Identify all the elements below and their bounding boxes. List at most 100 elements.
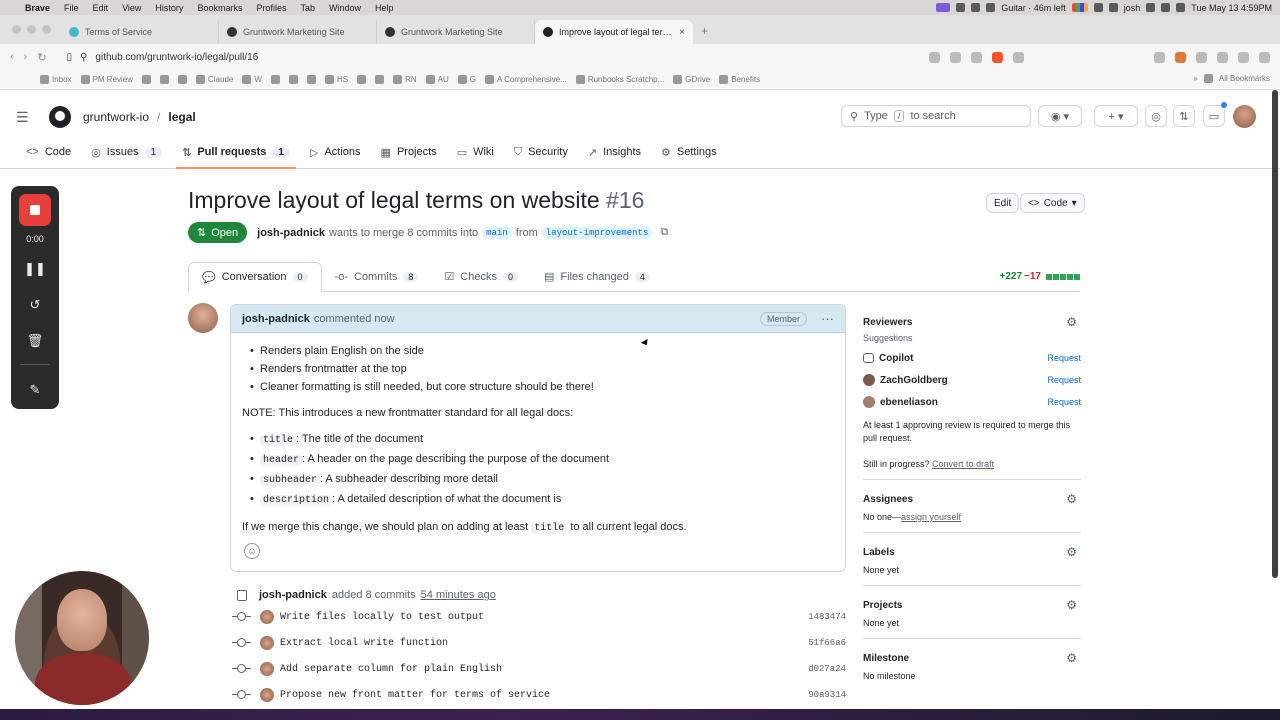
gear-icon[interactable]: ⚙ bbox=[1066, 492, 1077, 506]
bookmark-item[interactable]: AU bbox=[425, 75, 449, 84]
avatar[interactable] bbox=[260, 610, 274, 624]
menu-help[interactable]: Help bbox=[368, 3, 401, 13]
stop-recording-button[interactable] bbox=[19, 194, 51, 226]
commit-sha[interactable]: 1483474 bbox=[808, 612, 846, 622]
gear-icon[interactable]: ⚙ bbox=[1066, 315, 1077, 329]
delete-button[interactable]: 🗑 bbox=[27, 330, 44, 352]
menu-app-name[interactable]: Brave bbox=[18, 3, 57, 13]
close-window-button[interactable] bbox=[12, 25, 21, 34]
tab-pull-requests[interactable]: ⇅ Pull requests 1 bbox=[172, 140, 300, 169]
menu-edit[interactable]: Edit bbox=[86, 3, 116, 13]
tab-wiki[interactable]: ▭ Wiki bbox=[447, 140, 504, 164]
menu-window[interactable]: Window bbox=[322, 3, 368, 13]
status-icon[interactable] bbox=[986, 3, 996, 12]
tab-projects[interactable]: ▦ Projects bbox=[371, 140, 447, 164]
comment-author[interactable]: josh-padnick bbox=[242, 313, 310, 325]
bookmark-item[interactable] bbox=[178, 75, 188, 84]
menu-history[interactable]: History bbox=[148, 3, 190, 13]
tab-checks[interactable]: ☑ Checks 0 bbox=[431, 262, 531, 291]
tab-insights[interactable]: ↗ Insights bbox=[578, 140, 651, 164]
projects-title[interactable]: Projects bbox=[863, 596, 1081, 614]
bookmark-item[interactable] bbox=[306, 75, 316, 84]
create-new-button[interactable]: + ▾ bbox=[1094, 105, 1138, 127]
bookmark-item[interactable] bbox=[270, 75, 280, 84]
share-icon[interactable] bbox=[971, 51, 982, 63]
scrollbar-thumb[interactable] bbox=[1272, 90, 1278, 578]
scrollbar[interactable] bbox=[1270, 90, 1280, 580]
all-bookmarks[interactable]: » All Bookmarks bbox=[1187, 74, 1270, 83]
browser-tab[interactable]: Gruntwork Marketing Site bbox=[219, 20, 377, 44]
head-branch[interactable]: layout-improvements bbox=[541, 226, 653, 239]
bookmark-item[interactable]: GDrive bbox=[673, 75, 710, 84]
bookmark-item[interactable]: Benefits bbox=[719, 75, 760, 84]
commit-message[interactable]: Propose new front matter for terms of se… bbox=[280, 690, 550, 701]
commit-sha[interactable]: 51f66a6 bbox=[808, 638, 846, 648]
milestone-title[interactable]: Milestone bbox=[863, 649, 1081, 667]
bluetooth-icon[interactable] bbox=[1146, 3, 1156, 12]
menu-view[interactable]: View bbox=[115, 3, 148, 13]
bookmark-item[interactable]: PM Review bbox=[80, 75, 133, 84]
sidebar-toggle-icon[interactable] bbox=[1217, 51, 1228, 63]
bookmark-item[interactable] bbox=[375, 75, 385, 84]
commit-sha[interactable]: d027a24 bbox=[808, 664, 846, 674]
restart-button[interactable]: ↺ bbox=[30, 294, 41, 316]
draw-button[interactable]: ✎ bbox=[30, 379, 41, 401]
avatar[interactable] bbox=[1233, 105, 1256, 128]
bookmark-item[interactable] bbox=[357, 75, 367, 84]
reviewer-name[interactable]: ZachGoldberg bbox=[880, 375, 948, 386]
status-icon[interactable] bbox=[1093, 3, 1103, 12]
gear-icon[interactable]: ⚙ bbox=[1066, 598, 1077, 612]
bookmark-item[interactable] bbox=[288, 75, 298, 84]
avatar[interactable] bbox=[260, 662, 274, 676]
tab-commits[interactable]: -o- Commits 8 bbox=[322, 262, 432, 291]
brave-shields-icon[interactable] bbox=[992, 51, 1003, 63]
request-review-link[interactable]: Request bbox=[1047, 375, 1081, 385]
extension-icon[interactable] bbox=[1196, 51, 1207, 63]
commit-message[interactable]: Add separate column for plain English bbox=[280, 664, 502, 675]
base-branch[interactable]: main bbox=[482, 226, 512, 239]
timeline-time[interactable]: 54 minutes ago bbox=[421, 589, 496, 601]
control-center-icon[interactable] bbox=[1176, 3, 1186, 12]
tab-security[interactable]: ⛉ Security bbox=[504, 140, 578, 164]
code-dropdown-button[interactable]: <> Code ▾ bbox=[1020, 193, 1085, 213]
commit-message[interactable]: Extract local write function bbox=[280, 638, 448, 649]
bookmark-icon[interactable]: ▯ bbox=[67, 52, 73, 63]
issues-button[interactable]: ◎ bbox=[1145, 105, 1167, 127]
github-logo-icon[interactable] bbox=[49, 106, 71, 128]
webcam-overlay[interactable] bbox=[15, 571, 149, 705]
reviewer-name[interactable]: Copilot bbox=[879, 353, 913, 364]
bookmark-item[interactable]: RN bbox=[393, 75, 417, 84]
menu-bookmarks[interactable]: Bookmarks bbox=[190, 3, 249, 13]
wifi-icon[interactable] bbox=[1161, 3, 1171, 12]
edit-title-button[interactable]: Edit bbox=[986, 193, 1020, 213]
breadcrumb-owner[interactable]: gruntwork-io bbox=[83, 110, 149, 124]
zoom-window-button[interactable] bbox=[42, 25, 51, 34]
menu-tab[interactable]: Tab bbox=[293, 3, 322, 13]
labels-title[interactable]: Labels bbox=[863, 543, 1081, 561]
app-bars-icon[interactable] bbox=[1071, 3, 1088, 12]
convert-to-draft-link[interactable]: Convert to draft bbox=[932, 459, 994, 469]
tab-code[interactable]: <> Code bbox=[16, 140, 81, 164]
kebab-menu-icon[interactable]: ··· bbox=[821, 311, 834, 326]
browser-tab[interactable]: Terms of Service bbox=[61, 20, 219, 44]
copilot-button[interactable]: ◉ ▾ bbox=[1038, 105, 1082, 127]
bookmark-item[interactable] bbox=[142, 75, 152, 84]
browser-menu-icon[interactable] bbox=[1259, 51, 1270, 63]
bookmark-item[interactable]: A Comprehensive... bbox=[485, 75, 567, 84]
reload-icon[interactable]: ↻ bbox=[37, 51, 46, 64]
status-icon[interactable] bbox=[971, 3, 981, 12]
minimize-window-button[interactable] bbox=[27, 25, 36, 34]
tab-actions[interactable]: ▷ Actions bbox=[300, 140, 371, 164]
browser-tab-active[interactable]: Improve layout of legal terms × bbox=[535, 20, 693, 44]
bookmark-item[interactable]: Claude bbox=[196, 75, 233, 84]
new-tab-icon[interactable]: + bbox=[693, 24, 716, 44]
add-reaction-button[interactable]: ☺ bbox=[244, 543, 260, 559]
status-icon[interactable] bbox=[956, 3, 966, 12]
reviewers-title[interactable]: Reviewers bbox=[863, 313, 1081, 331]
wallet-icon[interactable] bbox=[1238, 51, 1249, 63]
notifications-button[interactable]: ▭ bbox=[1203, 105, 1225, 127]
browser-tab[interactable]: Gruntwork Marketing Site bbox=[377, 20, 535, 44]
menu-file[interactable]: File bbox=[57, 3, 86, 13]
forward-icon[interactable]: › bbox=[24, 51, 28, 63]
pause-button[interactable]: ❚❚ bbox=[24, 258, 46, 280]
